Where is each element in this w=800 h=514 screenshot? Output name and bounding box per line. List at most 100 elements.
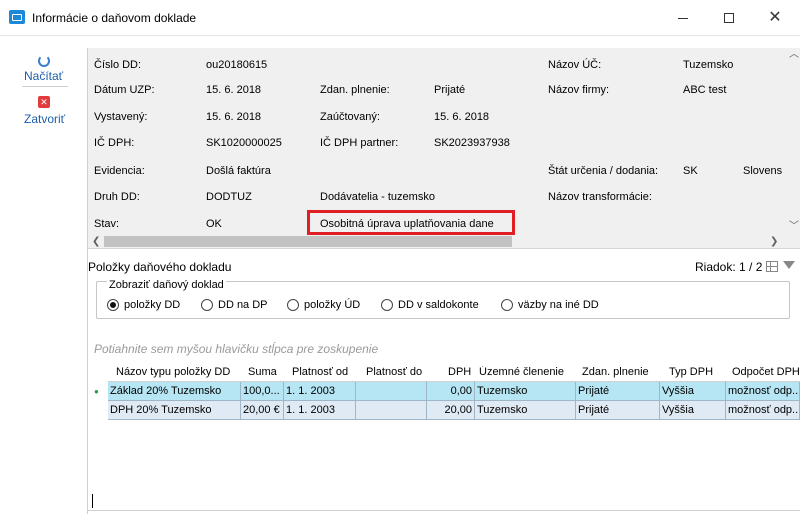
druh-dd-value: DODTUZ [206, 191, 252, 203]
column-header[interactable]: Územné členenie [479, 366, 575, 378]
zdan-plnenie-label: Zdan. plnenie: [320, 84, 390, 96]
ic-dph-partner-label: IČ DPH partner: [320, 137, 399, 149]
radio-dd-v-saldokonte[interactable]: DD v saldokonte [381, 299, 479, 311]
nazov-uc-label: Názov ÚČ: [548, 59, 602, 71]
radio-icon [501, 299, 513, 311]
column-header[interactable]: Odpočet DPH [732, 366, 800, 378]
current-row-indicator-icon: ● [94, 387, 99, 396]
refresh-icon [38, 55, 50, 67]
title-bar: Informácie o daňovom doklade ✕ [0, 0, 800, 36]
panel-splitter[interactable] [88, 248, 800, 256]
cell-platnost-do [356, 382, 427, 401]
column-header[interactable]: Názov typu položky DD [116, 366, 238, 378]
highlight-box [307, 210, 515, 235]
ic-dph-label: IČ DPH: [94, 137, 135, 149]
text-caret [92, 494, 93, 508]
vertical-scrollbar[interactable]: ︿ ﹀ [786, 48, 800, 235]
ic-dph-value: SK1020000025 [206, 137, 282, 149]
close-icon: ✕ [768, 9, 782, 26]
cell-uzemne-clenenie: Tuzemsko [475, 401, 576, 420]
radio-label: položky DD [124, 299, 181, 311]
horizontal-scrollbar[interactable]: ❮ ❯ [88, 235, 786, 248]
cislo-dd-value: ou20180615 [206, 59, 268, 71]
maximize-button[interactable] [706, 0, 752, 36]
minimize-icon [678, 17, 688, 19]
datum-uzp-label: Dátum UZP: [94, 84, 155, 96]
radio-label: položky ÚD [304, 299, 361, 311]
zauctovany-value: 15. 6. 2018 [434, 111, 490, 123]
cell-nazov: DPH 20% Tuzemsko [108, 401, 241, 420]
druh-dd-label: Druh DD: [94, 191, 140, 203]
cell-dph: 0,00 [427, 382, 475, 401]
nazov-uc-value: Tuzemsko [683, 59, 734, 71]
cell-odpocet-dph: možnosť odp... [726, 382, 800, 401]
vystaveny-value: 15. 6. 2018 [206, 111, 262, 123]
cislo-dd-label: Číslo DD: [94, 59, 142, 71]
table-row[interactable]: DPH 20% Tuzemsko 20,00 € 1. 1. 2003 20,0… [108, 401, 800, 420]
cell-typ-dph: Vyššia [660, 382, 726, 401]
load-label: Načítať [24, 69, 64, 83]
stat-urcenia-name: Slovens [743, 165, 783, 177]
row-counter: Riadok: 1 / 2 [695, 260, 763, 274]
close-window-button[interactable]: ✕ [752, 0, 798, 36]
group-drag-hint[interactable]: Potiahnite sem myšou hlavičku stĺpca pre… [94, 342, 378, 356]
radio-polozky-dd[interactable]: položky DD [107, 299, 180, 311]
nazov-transformacie-label: Názov transformácie: [548, 191, 652, 203]
column-header[interactable]: Zdan. plnenie [582, 366, 662, 378]
stav-label: Stav: [94, 218, 120, 230]
stav-value: OK [206, 218, 222, 230]
close-label: Zatvoriť [24, 112, 66, 126]
column-header[interactable]: Platnosť od [292, 366, 362, 378]
nazov-firmy-label: Názov firmy: [548, 84, 610, 96]
bottom-divider [88, 510, 800, 511]
cell-platnost-od: 1. 1. 2003 [284, 401, 356, 420]
cell-zdan-plnenie: Prijaté [576, 382, 660, 401]
radio-label: DD v saldokonte [398, 299, 479, 311]
radio-polozky-ud[interactable]: položky ÚD [287, 299, 360, 311]
app-icon [9, 10, 25, 24]
scroll-left-icon[interactable]: ❮ [92, 235, 100, 248]
radio-label: DD na DP [218, 299, 268, 311]
scroll-right-icon[interactable]: ❯ [770, 235, 778, 248]
datum-uzp-value: 15. 6. 2018 [206, 84, 262, 96]
ic-dph-partner-value: SK2023937938 [434, 137, 510, 149]
toolbar-separator [22, 86, 68, 87]
cell-suma: 20,00 € [241, 401, 284, 420]
stat-urcenia-label: Štát určenia / dodania: [548, 165, 659, 177]
header-panel: Číslo DD: ou20180615 Názov ÚČ: Tuzemsko … [88, 48, 800, 248]
display-options-group: Zobraziť daňový doklad položky DD DD na … [96, 279, 790, 319]
zauctovany-label: Zaúčtovaný: [320, 111, 380, 123]
grid-icon[interactable] [766, 261, 778, 272]
window-title: Informácie o daňovom doklade [32, 11, 197, 25]
scroll-down-icon[interactable]: ﹀ [789, 220, 799, 233]
column-header[interactable]: Platnosť do [366, 366, 436, 378]
nazov-firmy-value: ABC test [683, 84, 727, 96]
table-row[interactable]: Základ 20% Tuzemsko 100,0... 1. 1. 2003 … [108, 382, 800, 401]
column-header[interactable]: DPH [448, 366, 474, 378]
evidencia-value: Došlá faktúra [206, 165, 271, 177]
radio-vazby-na-ine-dd[interactable]: väzby na iné DD [501, 299, 599, 311]
radio-label: väzby na iné DD [518, 299, 599, 311]
radio-dd-na-dp[interactable]: DD na DP [201, 299, 268, 311]
minimize-button[interactable] [660, 0, 706, 36]
vystaveny-label: Vystavený: [94, 111, 148, 123]
cell-nazov: Základ 20% Tuzemsko [108, 382, 241, 401]
column-header[interactable]: Typ DPH [669, 366, 727, 378]
horizontal-scroll-thumb[interactable] [104, 236, 512, 247]
radio-checked-icon [107, 299, 119, 311]
group-title: Zobraziť daňový doklad [107, 279, 226, 291]
radio-icon [201, 299, 213, 311]
zdan-plnenie-value: Prijaté [434, 84, 466, 96]
evidencia-label: Evidencia: [94, 165, 145, 177]
column-header[interactable]: Suma [248, 366, 288, 378]
cell-platnost-od: 1. 1. 2003 [284, 382, 356, 401]
scroll-up-icon[interactable]: ︿ [789, 48, 799, 61]
cell-typ-dph: Vyššia [660, 401, 726, 420]
cell-uzemne-clenenie: Tuzemsko [475, 382, 576, 401]
filter-icon[interactable] [783, 261, 795, 269]
left-toolbar: Načítať ✕ Zatvoriť [0, 48, 88, 514]
table-header: Názov typu položky DD Suma Platnosť od P… [108, 363, 800, 382]
close-red-icon: ✕ [38, 96, 50, 108]
stat-urcenia-code: SK [683, 165, 698, 177]
items-section: Položky daňového dokladu Riadok: 1 / 2 Z… [88, 256, 800, 514]
